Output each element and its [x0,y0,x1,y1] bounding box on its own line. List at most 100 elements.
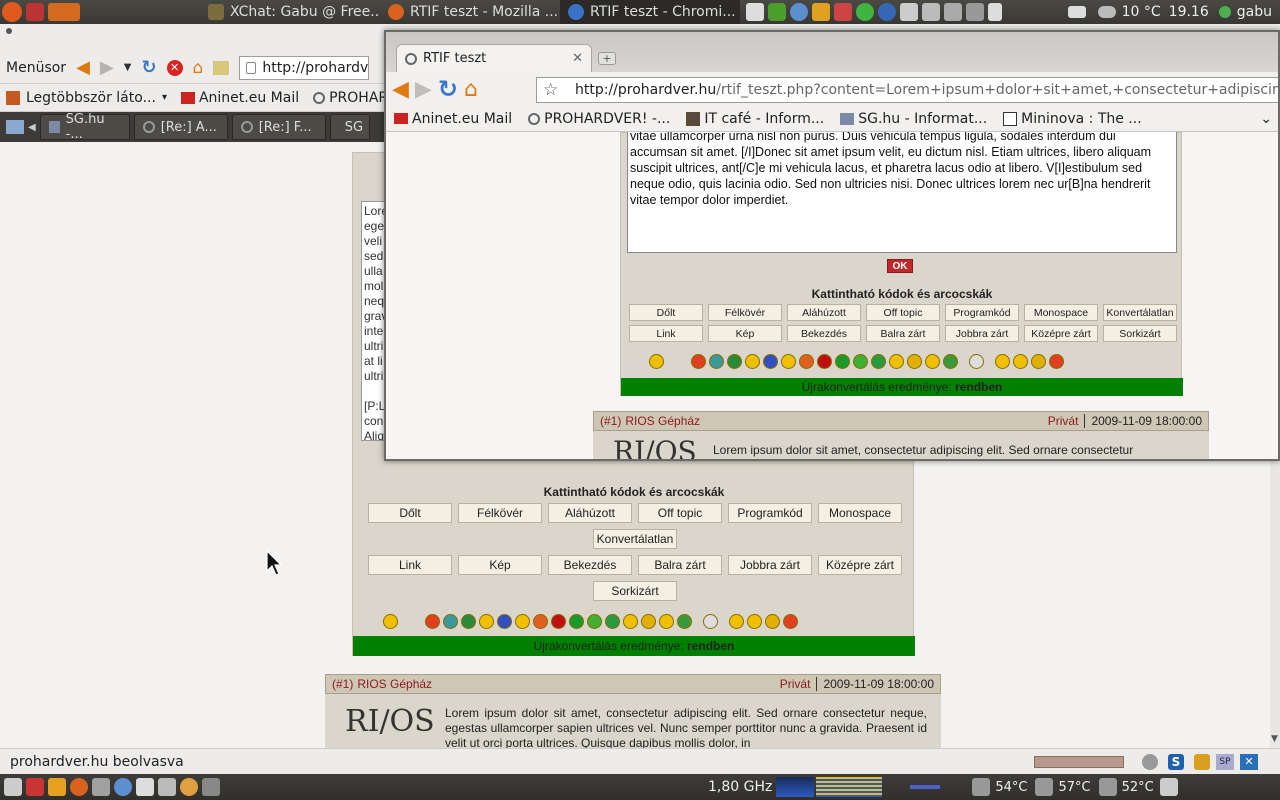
format-button-dőlt[interactable]: Dőlt [368,503,452,523]
smiley-icon[interactable] [1049,353,1064,369]
smiley-icon[interactable] [747,613,762,629]
temp-sensor-2[interactable]: 57°C [1033,778,1091,796]
tab-sg-2[interactable]: SG [329,114,370,140]
smiley-icon[interactable] [1013,353,1028,369]
smiley-icon[interactable] [783,613,798,629]
task-firefox[interactable]: RTIF teszt - Mozilla ... [380,0,560,24]
reload-icon[interactable]: ↻ [141,57,156,78]
bookmark-mininova[interactable]: Mininova : The ... [1003,111,1142,127]
format-button-dőlt[interactable]: Dőlt [629,304,703,321]
post-author[interactable]: RIOS Gépház [625,414,700,428]
trash-icon[interactable] [1159,778,1178,796]
cpu-frequency[interactable]: 1,80 GHz [708,779,772,795]
smiley-icon[interactable] [799,353,814,369]
smiley-icon[interactable] [943,353,958,369]
format-button-link[interactable]: Link [368,555,452,575]
format-button-félkövér[interactable]: Félkövér [458,503,542,523]
show-desktop-icon[interactable] [4,778,22,796]
scroll-down-icon[interactable]: ▼ [1271,734,1278,744]
smiley-icon[interactable] [461,613,476,629]
launcher-icon[interactable] [26,778,44,796]
temp-sensor-1[interactable]: 54°C [970,778,1027,796]
tray-drop-icon[interactable] [790,3,808,21]
ok-button[interactable]: OK [887,259,913,273]
mail-launcher-icon[interactable] [92,778,110,796]
tray-status-icon[interactable] [856,3,874,21]
format-button-sorkizárt[interactable]: Sorkizárt [593,581,677,601]
format-button-jobbra-zárt[interactable]: Jobbra zárt [945,325,1019,342]
smiley-icon[interactable] [425,613,440,629]
smiley-icon[interactable] [623,613,638,629]
stop-icon[interactable]: ✕ [166,59,183,76]
format-button-bekezdés[interactable]: Bekezdés [787,325,861,342]
smiley-icon[interactable] [745,353,760,369]
temp-sensor-3[interactable]: 52°C [1097,778,1154,796]
bug-icon[interactable] [1142,754,1158,770]
tab-re-a[interactable]: [Re:] A... [133,114,228,140]
smiley-icon[interactable] [969,353,984,369]
format-button-balra-zárt[interactable]: Balra zárt [866,325,940,342]
format-button-link[interactable]: Link [629,325,703,342]
smiley-icon[interactable] [763,353,778,369]
tab-groups-icon[interactable] [6,120,24,134]
smiley-icon[interactable] [515,613,530,629]
smiley-icon[interactable] [703,613,718,629]
format-button-sorkizárt[interactable]: Sorkizárt [1103,325,1177,342]
smiley-icon[interactable] [497,613,512,629]
bookmark-itcafe[interactable]: IT café - Inform... [686,111,824,127]
history-dropdown-icon[interactable]: ▼ [124,62,132,73]
format-button-off-topic[interactable]: Off topic [866,304,940,321]
tab-sg-1[interactable]: SG.hu -... [39,112,130,142]
smiley-icon[interactable] [551,613,566,629]
terminal-launcher-icon[interactable] [158,778,176,796]
star-icon[interactable]: ☆ [543,80,558,100]
tray-alert-icon[interactable] [834,3,852,21]
smiley-icon[interactable] [659,613,674,629]
forward-icon[interactable]: ▶ [100,57,114,78]
close-tab-icon[interactable]: ✕ [572,51,583,66]
format-button-konvertálatlan[interactable]: Konvertálatlan [593,529,677,549]
format-button-aláhúzott[interactable]: Aláhúzott [787,304,861,321]
bookmark-aninet[interactable]: Aninet.eu Mail [394,111,512,127]
post-author[interactable]: RIOS Gépház [357,677,432,691]
active-window-icon[interactable] [48,3,80,21]
mail-icon[interactable] [1067,6,1086,18]
vlc-launcher-icon[interactable] [180,778,198,796]
tab-re-f[interactable]: [Re:] F... [231,114,326,140]
smiley-icon[interactable] [383,613,398,629]
post-private-link[interactable]: Privát [780,677,811,691]
smiley-icon[interactable] [479,613,494,629]
chromium-omnibox[interactable]: ☆ http://prohardver.hu/rtif_teszt.php?co… [536,77,1278,103]
pidgin-launcher-icon[interactable] [114,778,132,796]
smiley-icon[interactable] [1031,353,1046,369]
smiley-icon[interactable] [677,613,692,629]
smiley-icon[interactable] [569,613,584,629]
back-icon[interactable]: ◀ [392,77,409,102]
post-number[interactable]: (#1) [332,677,353,691]
reload-icon[interactable]: ↻ [438,75,458,103]
format-button-balra-zárt[interactable]: Balra zárt [638,555,722,575]
firefox-url-bar[interactable]: http://prohardv [239,55,370,80]
user-menu[interactable]: gabu [1217,4,1272,20]
smiley-icon[interactable] [709,353,724,369]
task-chromium[interactable]: RTIF teszt - Chromi... [560,0,740,24]
network-icon[interactable] [944,3,962,21]
smiley-icon[interactable] [765,613,780,629]
format-button-kép[interactable]: Kép [708,325,782,342]
smiley-icon[interactable] [835,353,850,369]
bookmark-most-visited[interactable]: Legtöbbször láto... ▾ [6,90,167,106]
sp-icon[interactable]: SP [1216,754,1234,770]
smiley-icon[interactable] [727,353,742,369]
smiley-icon[interactable] [533,613,548,629]
editor-textarea[interactable]: vitae ullamcorper urna nisl non purus. D… [627,132,1177,253]
smiley-icon[interactable] [995,353,1010,369]
home-icon[interactable]: ⌂ [193,58,204,78]
format-button-bekezdés[interactable]: Bekezdés [548,555,632,575]
volume-icon[interactable] [988,3,1002,21]
tray-settings-icon[interactable] [900,3,918,21]
tray-tool-icon[interactable] [812,3,830,21]
format-button-aláhúzott[interactable]: Aláhúzott [548,503,632,523]
format-button-monospace[interactable]: Monospace [818,503,902,523]
format-button-monospace[interactable]: Monospace [1024,304,1098,321]
format-button-konvertálatlan[interactable]: Konvertálatlan [1103,304,1177,321]
